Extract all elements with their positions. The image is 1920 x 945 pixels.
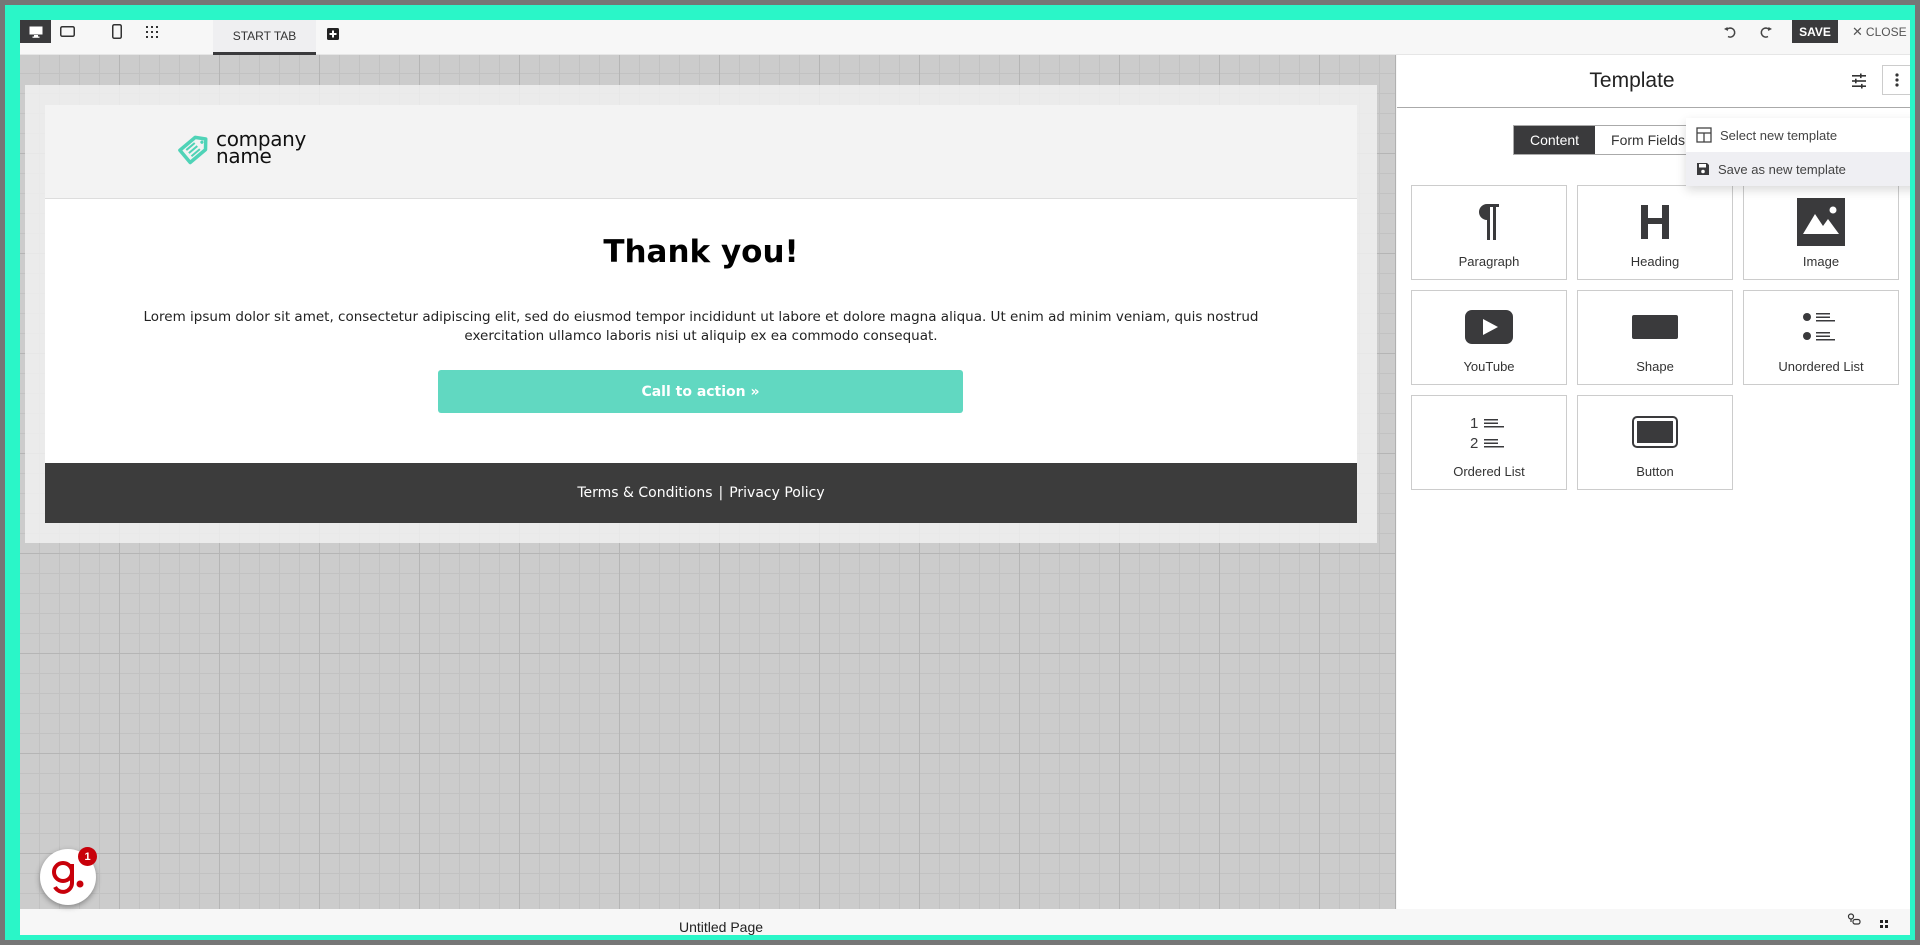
footer-separator: | [718, 485, 724, 501]
svg-text:1: 1 [1470, 415, 1478, 432]
bottom-bar: Untitled Page [20, 909, 1910, 935]
top-toolbar: START TAB SAVE ✕ CLOSE [20, 20, 1910, 55]
price-tag-icon [178, 135, 208, 165]
desktop-icon [29, 26, 42, 38]
more-options-button[interactable] [1882, 65, 1910, 95]
redo-icon [1760, 26, 1772, 38]
page-section: company name Thank you! Lorem ipsum dolo… [25, 85, 1377, 543]
close-button[interactable]: ✕ CLOSE [1852, 20, 1907, 43]
element-youtube[interactable]: YouTube [1411, 290, 1567, 385]
tab-start[interactable]: START TAB [213, 20, 316, 55]
floppy-icon [1697, 163, 1709, 175]
ordered-list-icon: 12 [1470, 415, 1504, 450]
element-shape[interactable]: Shape [1577, 290, 1733, 385]
element-button[interactable]: Button [1577, 395, 1733, 490]
grip-icon[interactable] [1880, 920, 1888, 928]
mobile-icon [111, 24, 122, 39]
menu-item-label: Save as new template [1718, 161, 1846, 177]
sitemap-icon[interactable] [1847, 913, 1861, 925]
desktop-view-button[interactable] [20, 20, 51, 43]
company-logo[interactable]: company name [176, 127, 307, 168]
call-to-action-button[interactable]: Call to action » [438, 370, 963, 413]
tablet-icon [60, 26, 75, 37]
landing-page: company name Thank you! Lorem ipsum dolo… [45, 105, 1357, 523]
table-icon [1696, 127, 1712, 143]
tablet-view-button[interactable] [52, 20, 83, 43]
button-icon [1632, 416, 1678, 448]
mobile-view-button[interactable] [101, 20, 132, 43]
page-paragraph[interactable]: Lorem ipsum dolor sit amet, consectetur … [115, 308, 1287, 346]
element-unordered-list[interactable]: Unordered List [1743, 290, 1899, 385]
add-tab-icon[interactable] [327, 28, 339, 40]
page-footer: Terms & Conditions | Privacy Policy [45, 463, 1357, 523]
notification-badge: 1 [78, 847, 97, 866]
element-grid: Paragraph Heading Image YouTube Shape Un… [1411, 185, 1899, 490]
editor-app: START TAB SAVE ✕ CLOSE company name Than… [20, 20, 1910, 935]
undo-icon [1724, 26, 1736, 38]
terms-link[interactable]: Terms & Conditions [577, 485, 712, 501]
panel-title: Template [1589, 69, 1675, 92]
close-label: CLOSE [1865, 24, 1907, 39]
page-heading[interactable]: Thank you! [45, 234, 1357, 270]
element-heading[interactable]: Heading [1577, 185, 1733, 280]
page-header: company name [45, 105, 1357, 199]
image-icon [1797, 198, 1845, 246]
g-logo-icon [52, 861, 84, 894]
tab-content[interactable]: Content [1514, 126, 1596, 154]
privacy-link[interactable]: Privacy Policy [729, 485, 824, 501]
menu-item-select-template[interactable]: Select new template [1686, 118, 1910, 152]
more-vert-icon [1895, 73, 1899, 87]
element-image[interactable]: Image [1743, 185, 1899, 280]
page-name[interactable]: Untitled Page [20, 919, 1842, 935]
panel-header: Template [1397, 55, 1910, 108]
menu-item-save-template[interactable]: Save as new template [1686, 152, 1910, 186]
editor-canvas: company name Thank you! Lorem ipsum dolo… [20, 55, 1396, 909]
redo-button[interactable] [1756, 20, 1776, 43]
paragraph-icon [1479, 204, 1499, 240]
shape-icon [1632, 315, 1678, 339]
svg-text:2: 2 [1470, 435, 1478, 450]
close-icon: ✕ [1852, 23, 1863, 39]
grid-toggle-button[interactable] [136, 20, 167, 43]
panel-tabs: Content Form Fields [1513, 125, 1702, 155]
unordered-list-icon [1803, 313, 1835, 341]
youtube-icon [1465, 310, 1513, 344]
grid-dots-icon [145, 25, 158, 38]
heading-icon [1641, 205, 1669, 239]
menu-item-label: Select new template [1720, 127, 1838, 143]
tune-settings-icon[interactable] [1849, 71, 1869, 91]
company-name: company name [216, 127, 307, 168]
window-frame: START TAB SAVE ✕ CLOSE company name Than… [5, 5, 1915, 940]
more-options-menu: Select new template Save as new template [1686, 118, 1910, 186]
undo-button[interactable] [1720, 20, 1740, 43]
element-paragraph[interactable]: Paragraph [1411, 185, 1567, 280]
save-button[interactable]: SAVE [1792, 20, 1838, 43]
element-ordered-list[interactable]: 12 Ordered List [1411, 395, 1567, 490]
